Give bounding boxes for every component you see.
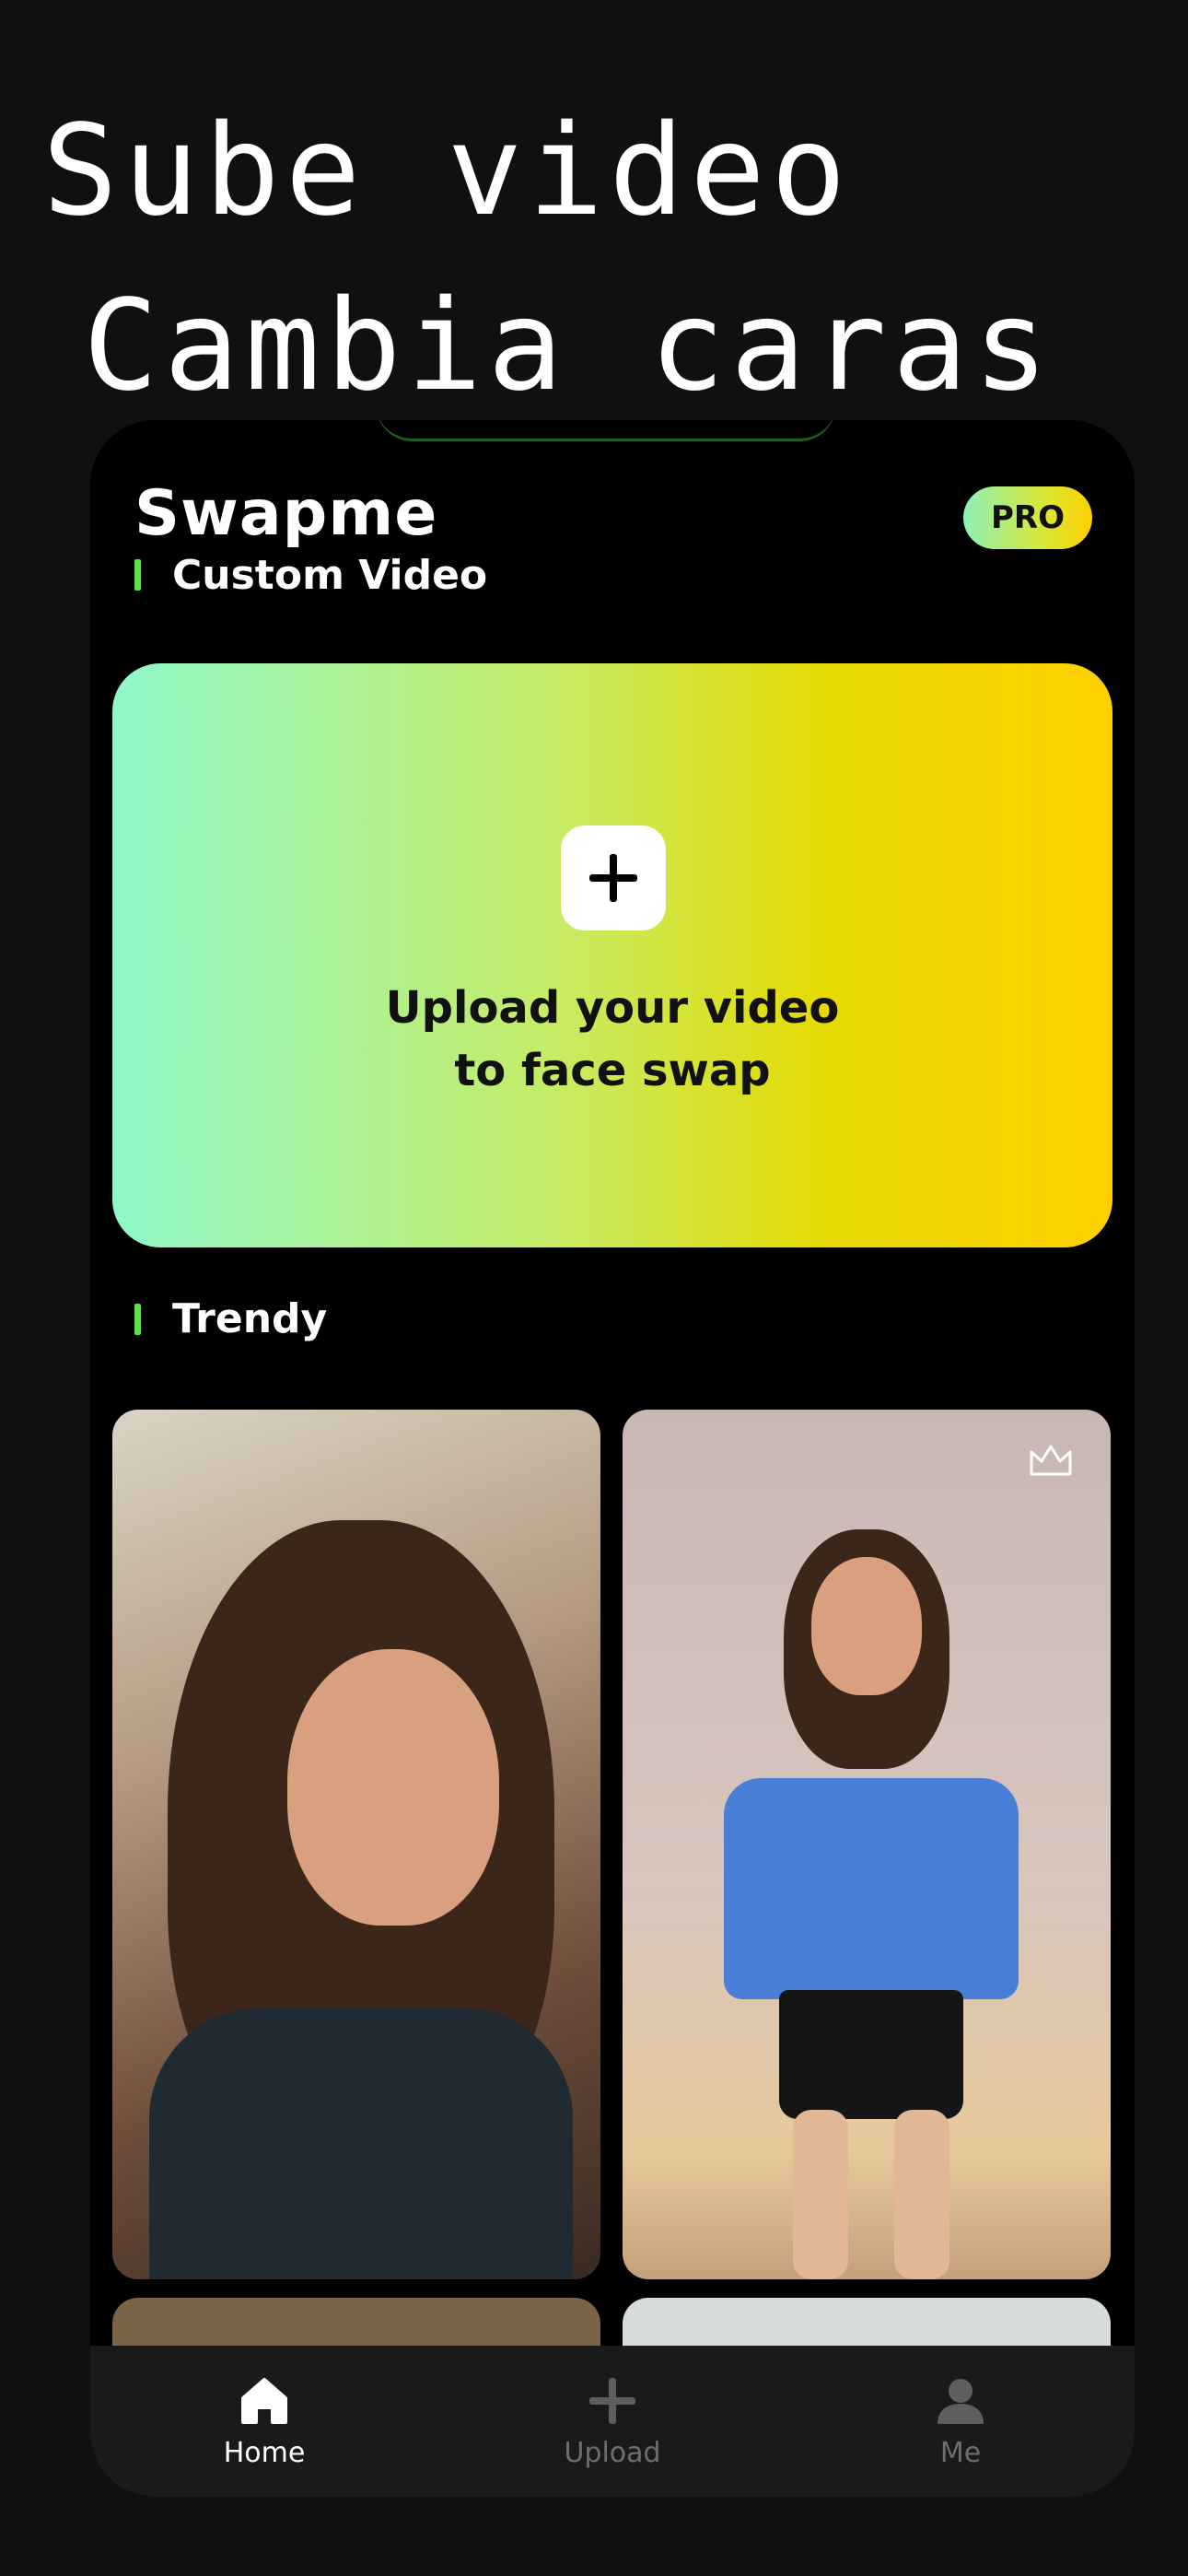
face-shape	[287, 1649, 499, 1926]
home-icon	[241, 2377, 287, 2424]
notch	[376, 420, 836, 441]
shorts-shape	[779, 1990, 963, 2119]
phone-screen: Swapme PRO Custom Video Upload your vide…	[90, 420, 1135, 2497]
pro-button[interactable]: PRO	[963, 486, 1092, 549]
promo-headline-line1: Sube video	[42, 99, 852, 244]
leg-shape	[894, 2110, 949, 2279]
crown-icon	[1030, 1445, 1072, 1476]
section-accent-bar	[134, 559, 141, 591]
upload-video-card[interactable]: Upload your video to face swap	[112, 663, 1112, 1247]
face-shape	[811, 1557, 922, 1695]
app-title: Swapme	[134, 477, 438, 550]
nav-me[interactable]: Me	[868, 2361, 1053, 2481]
nav-upload-label: Upload	[564, 2436, 661, 2469]
shirt-shape	[149, 2008, 573, 2279]
promo-headline-line2: Cambia caras	[83, 274, 1054, 419]
blue-top-shape	[724, 1778, 1019, 1999]
upload-card-line2: to face swap	[454, 1045, 771, 1096]
upload-card-text: Upload your video to face swap	[112, 977, 1112, 1102]
nav-me-label: Me	[939, 2436, 982, 2469]
trendy-video-thumbnail-2[interactable]	[623, 1410, 1111, 2279]
section-custom-video: Custom Video	[134, 555, 487, 595]
trendy-video-thumbnail-1[interactable]	[112, 1410, 600, 2279]
section-title-trendy: Trendy	[172, 1295, 328, 1342]
plus-icon	[561, 825, 666, 931]
bottom-navigation: Home Upload Me	[90, 2346, 1135, 2497]
leg-shape	[793, 2110, 848, 2279]
nav-home-label: Home	[223, 2436, 306, 2469]
upload-card-line1: Upload your video	[385, 982, 840, 1034]
section-accent-bar	[134, 1303, 141, 1335]
nav-home[interactable]: Home	[172, 2361, 356, 2481]
plus-icon	[589, 2377, 635, 2424]
section-trendy: Trendy	[134, 1295, 327, 1342]
section-title-custom: Custom Video	[172, 555, 488, 595]
person-icon	[938, 2378, 984, 2424]
nav-upload[interactable]: Upload	[520, 2361, 705, 2481]
